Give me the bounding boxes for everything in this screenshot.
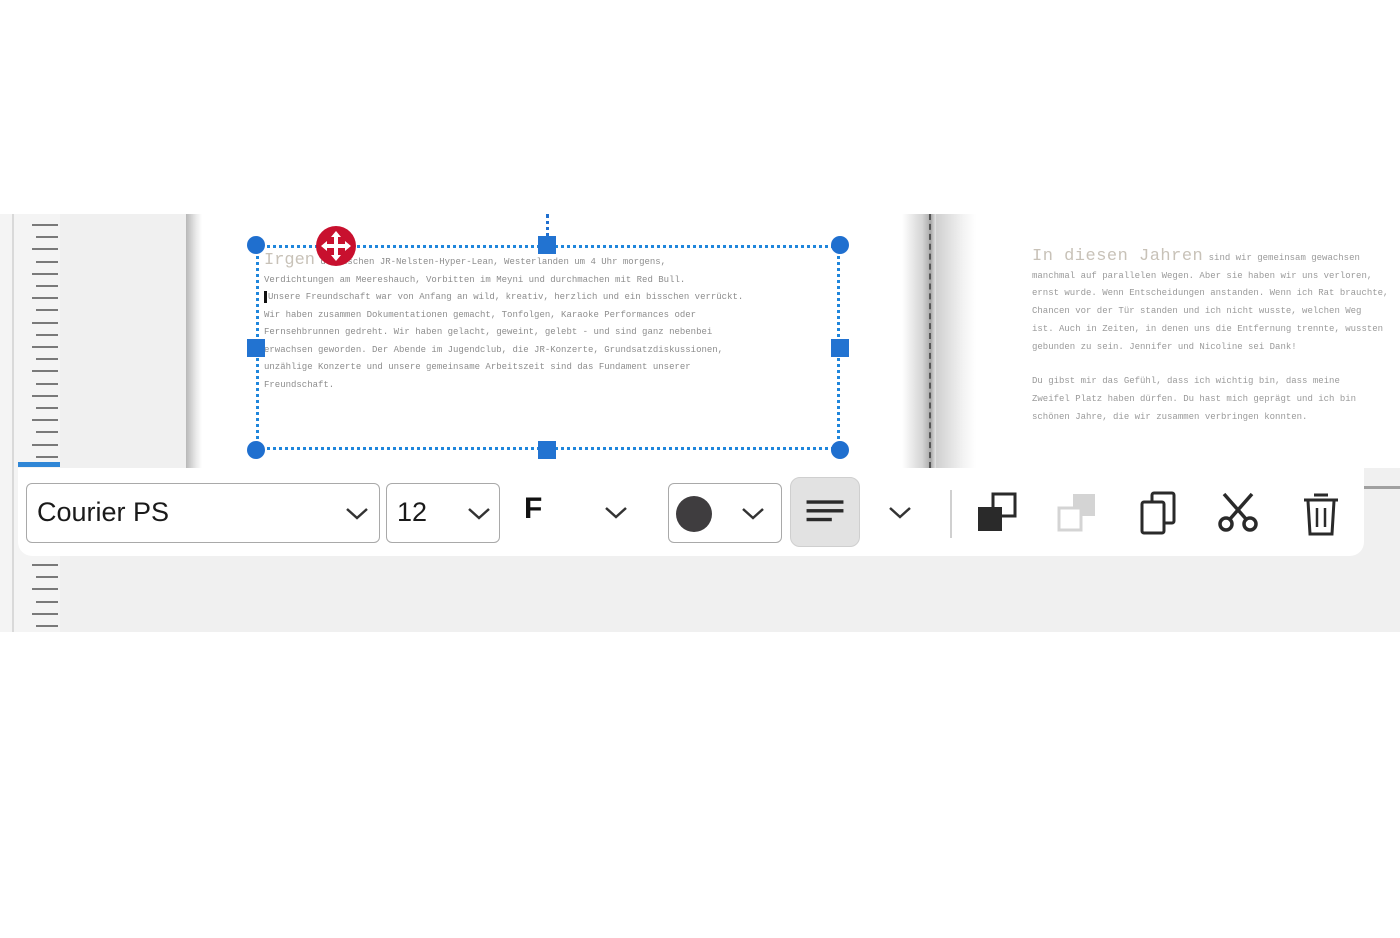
page-right-line: gebunden zu sein. Jennifer und Nicoline … bbox=[1032, 339, 1400, 357]
resize-handle-bottom-left[interactable] bbox=[247, 441, 265, 459]
ruler-position-marker[interactable] bbox=[18, 462, 60, 467]
toolbar-separator bbox=[950, 490, 952, 538]
page-right-line: Du gibst mir das Gefühl, dass ich wichti… bbox=[1032, 376, 1340, 387]
document-workspace: In diesen Jahren sind wir gemeinsam gewa… bbox=[0, 214, 1400, 632]
font-family-value: Courier PS bbox=[37, 497, 170, 527]
copy-icon[interactable] bbox=[1134, 488, 1184, 538]
ruler-tick bbox=[32, 224, 58, 226]
ruler-tick bbox=[32, 394, 58, 397]
ruler-tick bbox=[32, 248, 58, 251]
page-right-text: In diesen Jahren sind wir gemeinsam gewa… bbox=[1032, 248, 1400, 426]
ruler-tick bbox=[32, 297, 58, 300]
resize-handle-top-left[interactable] bbox=[247, 236, 265, 254]
font-family-select[interactable]: Courier PS bbox=[26, 483, 380, 543]
ruler-tick bbox=[36, 333, 58, 336]
page-right-line: ist. Auch in Zeiten, in denen uns die En… bbox=[1032, 323, 1384, 334]
resize-handle-bottom-right[interactable] bbox=[831, 441, 849, 459]
chevron-down-icon[interactable] bbox=[604, 506, 628, 520]
page-right-line: manchmal auf parallelen Wegen. Aber sie … bbox=[1032, 270, 1373, 281]
page-right-heading: In diesen Jahren bbox=[1032, 248, 1204, 266]
resize-handle-bottom[interactable] bbox=[538, 441, 556, 459]
ruler-tick bbox=[36, 431, 58, 434]
page-right-line: Zweifel Platz haben dürfen. Du hast mich… bbox=[1032, 393, 1357, 404]
ruler-tick bbox=[36, 407, 58, 409]
ruler-tick bbox=[36, 455, 58, 458]
ruler-tick bbox=[36, 285, 58, 287]
align-left-icon bbox=[806, 500, 844, 522]
send-to-back-icon[interactable] bbox=[1052, 488, 1102, 538]
bold-button[interactable]: F bbox=[524, 492, 560, 536]
ruler-tick bbox=[32, 346, 58, 348]
chevron-down-icon[interactable] bbox=[888, 506, 912, 520]
ruler-tick bbox=[32, 588, 58, 591]
ruler-tick bbox=[32, 443, 58, 446]
ruler-tick bbox=[32, 321, 58, 324]
delete-icon[interactable] bbox=[1296, 488, 1346, 538]
page-edge-line bbox=[1364, 486, 1400, 489]
font-size-value: 12 bbox=[397, 497, 428, 527]
ruler-tick bbox=[32, 564, 58, 566]
bring-to-front-icon[interactable] bbox=[972, 488, 1022, 538]
move-handle-icon[interactable] bbox=[315, 225, 357, 267]
ruler-tick bbox=[36, 382, 58, 385]
font-size-select[interactable]: 12 bbox=[386, 483, 500, 543]
chevron-down-icon bbox=[468, 508, 490, 520]
resize-handle-left[interactable] bbox=[247, 339, 265, 357]
ruler-tick bbox=[32, 272, 58, 275]
page-shadow-left bbox=[936, 214, 976, 468]
text-color-select[interactable] bbox=[668, 483, 782, 543]
ruler-tick bbox=[36, 600, 58, 603]
text-color-swatch bbox=[676, 496, 712, 532]
ruler-tick bbox=[36, 358, 58, 361]
ruler-tick bbox=[32, 370, 58, 373]
ruler-tick bbox=[36, 625, 58, 627]
page-shadow-left bbox=[186, 214, 202, 468]
page-margin-guide bbox=[929, 214, 931, 468]
page-right-heading-rest: sind wir gemeinsam gewachsen bbox=[1208, 253, 1360, 263]
ruler-tick bbox=[36, 309, 58, 312]
vertical-ruler[interactable] bbox=[0, 214, 60, 632]
page-right: In diesen Jahren sind wir gemeinsam gewa… bbox=[936, 214, 1400, 468]
ruler-tick bbox=[36, 236, 58, 239]
align-left-button[interactable] bbox=[790, 477, 860, 547]
chevron-down-icon bbox=[346, 508, 368, 520]
ruler-tick bbox=[32, 612, 58, 615]
ruler-tick bbox=[36, 260, 58, 263]
resize-handle-top-right[interactable] bbox=[831, 236, 849, 254]
ruler-tick bbox=[36, 576, 58, 579]
page-right-line-0: In diesen Jahren sind wir gemeinsam gewa… bbox=[1032, 248, 1400, 268]
page-right-line: ernst wurde. Wenn Entscheidungen anstand… bbox=[1032, 288, 1389, 299]
page-right-line: schönen Jahre, die wir zusammen verbring… bbox=[1032, 411, 1308, 422]
resize-handle-right[interactable] bbox=[831, 339, 849, 357]
page-right-line-text: gebunden zu sein. Jennifer und Nicoline … bbox=[1032, 341, 1297, 352]
page-right-line: Chancen vor der Tür standen und ich nich… bbox=[1032, 306, 1362, 317]
ruler-tick bbox=[32, 419, 58, 422]
text-frame-selection[interactable] bbox=[256, 245, 840, 450]
cut-icon[interactable] bbox=[1214, 488, 1264, 538]
resize-handle-top[interactable] bbox=[538, 236, 556, 254]
chevron-down-icon bbox=[742, 508, 764, 520]
text-format-toolbar: Courier PS 12 F bbox=[18, 468, 1364, 556]
ruler-edge bbox=[12, 214, 14, 632]
